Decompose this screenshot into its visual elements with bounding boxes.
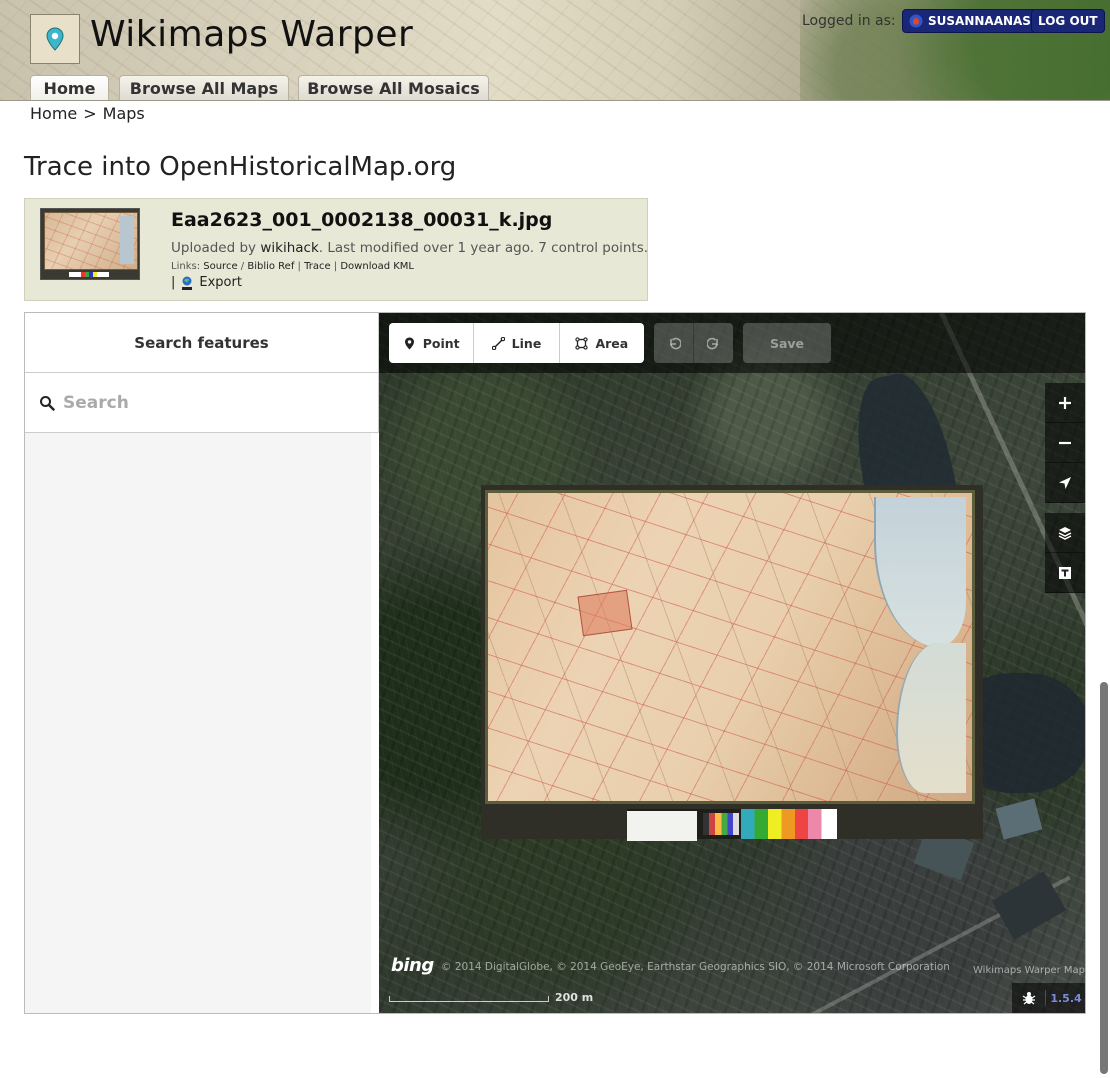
feature-search xyxy=(25,373,378,433)
report-bug-button[interactable] xyxy=(1012,990,1046,1006)
map-canvas[interactable]: Point Line Area Save bing © 2014 Digital… xyxy=(379,313,1086,1013)
sidebar-resizer[interactable] xyxy=(371,433,379,1013)
point-label: Point xyxy=(422,335,460,351)
save-button[interactable]: Save xyxy=(743,323,831,363)
user-avatar-icon xyxy=(909,14,923,28)
breadcrumb-home-link[interactable]: Home xyxy=(30,104,77,123)
logged-in-label: Logged in as: xyxy=(802,13,896,29)
pin-icon xyxy=(404,337,414,349)
export-link[interactable]: Export xyxy=(199,275,242,290)
logout-button[interactable]: LOG OUT xyxy=(1031,9,1105,33)
tab-home[interactable]: Home xyxy=(30,75,109,100)
tab-browse-all-maps[interactable]: Browse All Maps xyxy=(119,75,289,100)
breadcrumb-separator: > xyxy=(83,104,97,123)
plus-icon xyxy=(1059,396,1071,409)
breadcrumb: Home > Maps xyxy=(30,104,145,123)
upload-info: Uploaded by wikihack. Last modified over… xyxy=(171,240,648,256)
kml-icon xyxy=(182,276,193,290)
color-scale xyxy=(741,809,837,839)
line-icon xyxy=(491,336,505,350)
source-link[interactable]: Source xyxy=(203,261,237,272)
redo-button[interactable] xyxy=(694,323,733,363)
trace-editor: Search features Search Point Line Area S… xyxy=(24,312,1086,1014)
bug-icon xyxy=(1022,992,1035,1005)
search-input[interactable] xyxy=(63,386,353,420)
biblio-ref-link[interactable]: Biblio Ref xyxy=(247,261,294,272)
site-header: Wikimaps Warper Logged in as: SUSANNAANA… xyxy=(0,0,1110,101)
export-row: | Export xyxy=(171,275,242,290)
map-building-block xyxy=(577,589,633,637)
historical-map-sheet xyxy=(485,490,975,804)
site-title[interactable]: Wikimaps Warper xyxy=(90,14,413,55)
thumbnail-image xyxy=(44,212,138,270)
minus-icon xyxy=(1059,441,1071,444)
map-thumbnail[interactable] xyxy=(40,208,140,280)
trace-link[interactable]: Trace xyxy=(304,261,331,272)
map-river-lower xyxy=(896,643,966,793)
editor-toolbar: Point Line Area Save xyxy=(379,313,1085,373)
map-controls xyxy=(1045,383,1085,593)
bing-logo[interactable]: bing xyxy=(391,955,434,976)
background-layers-button[interactable] xyxy=(1045,513,1085,553)
undo-redo-group xyxy=(654,323,733,363)
page-scrollbar[interactable] xyxy=(1100,682,1108,1074)
breadcrumb-maps-link[interactable]: Maps xyxy=(103,104,145,123)
user-profile-button[interactable]: SUSANNAANAS xyxy=(902,9,1040,33)
map-river-upper xyxy=(874,497,966,647)
draw-tools: Point Line Area xyxy=(389,323,644,363)
undo-button[interactable] xyxy=(654,323,694,363)
map-links: Links: Source / Biblio Ref | Trace | Dow… xyxy=(171,261,415,272)
scale-label: 200 m xyxy=(555,991,594,1004)
upload-prefix: Uploaded by xyxy=(171,240,261,256)
thumbnail-water xyxy=(120,216,134,264)
site-logo[interactable] xyxy=(30,14,80,64)
map-info-panel: Eaa2623_001_0002138_00031_k.jpg Uploaded… xyxy=(24,198,648,301)
historical-map-overlay[interactable] xyxy=(481,485,983,841)
username-label: SUSANNAANAS xyxy=(928,14,1031,28)
map-filename: Eaa2623_001_0002138_00031_k.jpg xyxy=(171,209,553,231)
line-label: Line xyxy=(511,335,542,351)
map-data-icon xyxy=(1059,566,1071,579)
color-checker xyxy=(703,813,739,835)
editor-version-link[interactable]: 1.5.4 xyxy=(1046,992,1085,1005)
add-point-button[interactable]: Point xyxy=(389,323,475,363)
footer-controls: 1.5.4 xyxy=(1012,983,1085,1013)
export-separator: | xyxy=(171,275,176,290)
add-line-button[interactable]: Line xyxy=(474,323,560,363)
editor-sidebar: Search features xyxy=(25,313,379,1013)
upload-suffix: . Last modified over 1 year ago. 7 contr… xyxy=(318,240,649,256)
archive-label-card xyxy=(627,811,697,841)
scale-bar[interactable] xyxy=(389,996,549,1002)
tab-browse-all-mosaics[interactable]: Browse All Mosaics xyxy=(298,75,489,100)
links-label: Links: xyxy=(171,261,201,272)
geolocate-button[interactable] xyxy=(1045,463,1085,503)
download-kml-link[interactable]: Download KML xyxy=(340,261,414,272)
zoom-in-button[interactable] xyxy=(1045,383,1085,423)
area-icon xyxy=(575,336,589,350)
color-calibration-strip xyxy=(627,809,837,841)
uploader-link[interactable]: wikihack xyxy=(260,240,318,256)
area-label: Area xyxy=(595,335,629,351)
page-title: Trace into OpenHistoricalMap.org xyxy=(24,152,457,182)
add-area-button[interactable]: Area xyxy=(560,323,644,363)
overlay-source-label: Wikimaps Warper Map xyxy=(973,965,1086,976)
map-pin-logo-icon xyxy=(46,27,64,51)
location-arrow-icon xyxy=(1059,476,1071,489)
undo-icon xyxy=(669,337,681,350)
layers-icon xyxy=(1058,526,1072,540)
map-data-button[interactable] xyxy=(1045,553,1085,593)
zoom-out-button[interactable] xyxy=(1045,423,1085,463)
sidebar-title: Search features xyxy=(25,313,378,373)
thumbnail-color-strip xyxy=(69,272,109,277)
search-icon xyxy=(40,396,55,411)
redo-icon xyxy=(706,337,718,350)
imagery-attribution: © 2014 DigitalGlobe, © 2014 GeoEye, Eart… xyxy=(441,961,950,973)
